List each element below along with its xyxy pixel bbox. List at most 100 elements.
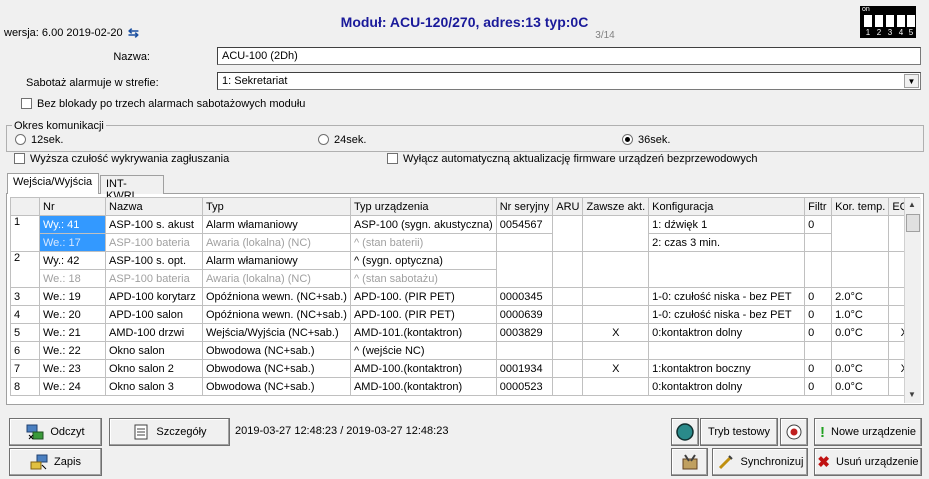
radio-24sek[interactable] <box>318 134 329 145</box>
cell-name[interactable]: Okno salon <box>105 341 203 360</box>
scroll-thumb[interactable] <box>906 214 920 232</box>
cell-name[interactable]: APD-100 korytarz <box>105 287 203 306</box>
details-button[interactable]: Szczegóły <box>109 418 230 446</box>
cell-serial[interactable]: 0000639 <box>495 305 554 324</box>
cell-type[interactable]: Wejścia/Wyjścia (NC+sab.) <box>202 323 351 342</box>
cell-device-type[interactable]: APD-100. (PIR PET) <box>349 287 497 306</box>
col-header[interactable]: Zawsze akt. <box>582 197 650 216</box>
cell-always[interactable] <box>582 215 650 252</box>
cell-nr[interactable]: We.: 17 <box>39 233 106 252</box>
table-row[interactable]: 3 We.: 19 APD-100 korytarz Opóźniona wew… <box>10 287 921 306</box>
col-header[interactable]: Kor. temp. <box>831 197 890 216</box>
table-row[interactable]: 6 We.: 22 Okno salon Obwodowa (NC+sab.) … <box>10 341 921 360</box>
table-row[interactable]: 2 Wy.: 42 ASP-100 s. opt. Alarm włamanio… <box>10 251 921 288</box>
cell-type[interactable]: Obwodowa (NC+sab.) <box>202 341 351 360</box>
cell-filter[interactable] <box>804 341 833 360</box>
cell-serial[interactable]: 0001934 <box>495 359 554 378</box>
cell-aru[interactable] <box>552 359 584 378</box>
cell-temp[interactable]: 1.0°C <box>831 305 890 324</box>
cell-name[interactable]: APD-100 salon <box>105 305 203 324</box>
cell-serial[interactable] <box>495 233 554 252</box>
cell-config[interactable]: 1:kontaktron boczny <box>648 359 806 378</box>
cell-temp[interactable] <box>831 251 890 288</box>
tools-button[interactable] <box>671 448 708 476</box>
cell-type[interactable]: Awaria (lokalna) (NC) <box>202 269 351 288</box>
cell-device-type[interactable]: AMD-101.(kontaktron) <box>349 323 497 342</box>
cell-serial[interactable]: 0003829 <box>495 323 554 342</box>
cell-always[interactable] <box>582 377 650 396</box>
tamper-zone-select[interactable]: 1: Sekretariat ▼ <box>217 72 921 90</box>
radio-36sek[interactable] <box>622 134 633 145</box>
cell-always[interactable] <box>582 341 650 360</box>
cell-aru[interactable] <box>552 287 584 306</box>
col-header[interactable]: Typ urządzenia <box>349 197 497 216</box>
new-device-button[interactable]: ! Nowe urządzenie <box>814 418 922 446</box>
col-header[interactable]: Konfiguracja <box>648 197 806 216</box>
cell-aru[interactable] <box>552 323 584 342</box>
cell-aru[interactable] <box>552 305 584 324</box>
signal-button[interactable] <box>780 418 808 446</box>
cell-nr[interactable]: We.: 23 <box>39 359 106 378</box>
cell-filter[interactable] <box>804 233 833 252</box>
cell-nr[interactable]: Wy.: 41 <box>39 215 106 234</box>
cell-type[interactable]: Awaria (lokalna) (NC) <box>202 233 351 252</box>
tab-inputs-outputs[interactable]: Wejścia/Wyjścia <box>7 173 99 194</box>
table-scrollbar[interactable]: ▲ ▼ <box>904 198 921 403</box>
cell-config[interactable]: 1: dźwięk 1 <box>648 215 806 234</box>
table-row[interactable]: 8 We.: 24 Okno salon 3 Obwodowa (NC+sab.… <box>10 377 921 396</box>
col-header[interactable]: Nr seryjny <box>495 197 554 216</box>
cell-name[interactable]: ASP-100 s. akust <box>105 215 203 234</box>
cell-temp[interactable] <box>831 215 890 252</box>
cell-nr[interactable]: We.: 24 <box>39 377 106 396</box>
cell-name[interactable]: ASP-100 bateria <box>105 269 203 288</box>
cell-config[interactable] <box>648 341 806 360</box>
cell-device-type[interactable]: ^ (sygn. optyczna) <box>349 251 497 270</box>
cell-always[interactable]: X <box>582 323 650 342</box>
cell-config[interactable]: 2: czas 3 min. <box>648 233 806 252</box>
cell-name[interactable]: Okno salon 2 <box>105 359 203 378</box>
cell-serial[interactable] <box>495 251 554 288</box>
cell-name[interactable]: ASP-100 bateria <box>105 233 203 252</box>
read-button[interactable]: Odczyt <box>9 418 102 446</box>
cell-aru[interactable] <box>552 251 584 288</box>
col-header[interactable]: Nr <box>39 197 106 216</box>
cell-always[interactable]: X <box>582 359 650 378</box>
cell-filter[interactable]: 0 <box>804 359 833 378</box>
no-block-checkbox[interactable] <box>21 98 32 109</box>
cell-temp[interactable]: 0.0°C <box>831 323 890 342</box>
firmware-checkbox[interactable] <box>387 153 398 164</box>
table-row[interactable]: 5 We.: 21 AMD-100 drzwi Wejścia/Wyjścia … <box>10 323 921 342</box>
table-row[interactable]: 1 Wy.: 41 ASP-100 s. akust Alarm włamani… <box>10 215 921 252</box>
cell-filter[interactable]: 0 <box>804 305 833 324</box>
cell-filter[interactable]: 0 <box>804 323 833 342</box>
synchronize-button[interactable]: Synchronizuj <box>712 448 808 476</box>
cell-type[interactable]: Obwodowa (NC+sab.) <box>202 359 351 378</box>
cell-temp[interactable] <box>831 341 890 360</box>
cell-config[interactable]: 0:kontaktron dolny <box>648 323 806 342</box>
cell-type[interactable]: Alarm włamaniowy <box>202 215 351 234</box>
cell-serial[interactable]: 0000523 <box>495 377 554 396</box>
cell-always[interactable] <box>582 251 650 288</box>
cell-serial[interactable]: 0000345 <box>495 287 554 306</box>
chevron-down-icon[interactable]: ▼ <box>904 74 919 88</box>
test-mode-indicator[interactable] <box>671 418 699 446</box>
cell-filter[interactable] <box>804 251 833 288</box>
cell-name[interactable]: ASP-100 s. opt. <box>105 251 203 270</box>
table-row[interactable]: 4 We.: 20 APD-100 salon Opóźniona wewn. … <box>10 305 921 324</box>
cell-type[interactable]: Alarm włamaniowy <box>202 251 351 270</box>
cell-type[interactable]: Obwodowa (NC+sab.) <box>202 377 351 396</box>
cell-nr[interactable]: Wy.: 42 <box>39 251 106 270</box>
tab-int-kwrl[interactable]: INT-KWRL <box>100 175 164 202</box>
col-header[interactable]: Nazwa <box>105 197 203 216</box>
cell-name[interactable]: AMD-100 drzwi <box>105 323 203 342</box>
col-header[interactable]: ARU <box>552 197 584 216</box>
name-input[interactable]: ACU-100 (2Dh) <box>217 47 921 65</box>
cell-temp[interactable]: 2.0°C <box>831 287 890 306</box>
cell-device-type[interactable]: AMD-100.(kontaktron) <box>349 377 497 396</box>
remove-device-button[interactable]: ✖ Usuń urządzenie <box>814 448 922 476</box>
col-header[interactable]: Filtr <box>804 197 833 216</box>
cell-always[interactable] <box>582 305 650 324</box>
cell-device-type[interactable]: ASP-100 (sygn. akustyczna) <box>349 215 497 234</box>
cell-type[interactable]: Opóźniona wewn. (NC+sab.) <box>202 287 351 306</box>
cell-temp[interactable]: 0.0°C <box>831 359 890 378</box>
